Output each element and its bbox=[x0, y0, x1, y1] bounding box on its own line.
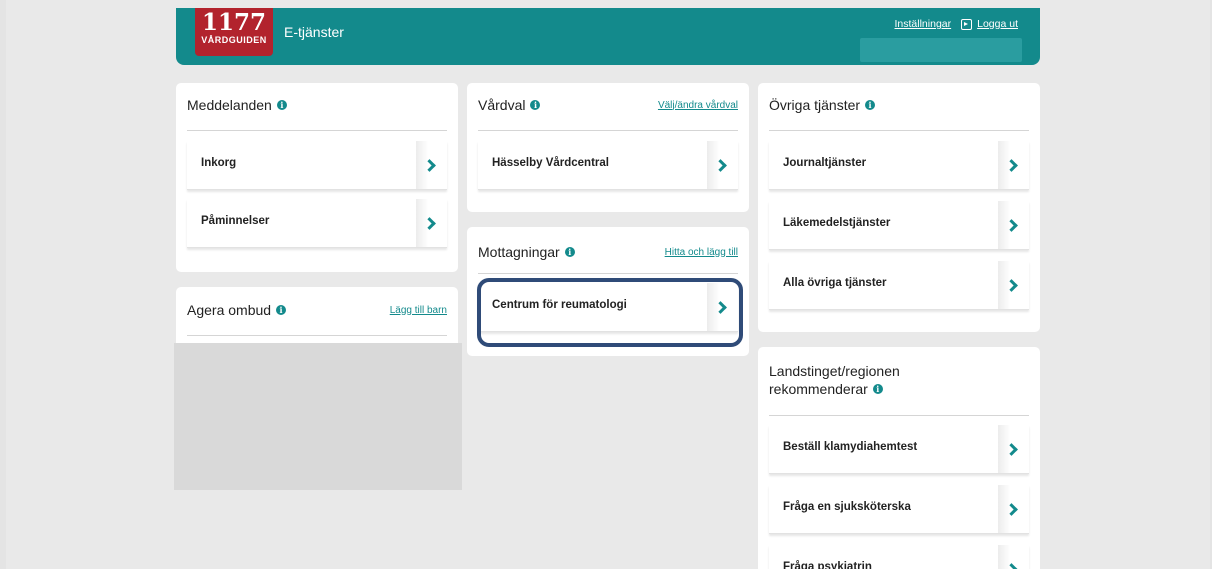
clinics-header: Mottagningar i Hitta och lägg till bbox=[478, 244, 738, 260]
proxy-title-wrap: Agera ombud i bbox=[187, 302, 287, 318]
care-choice-title-wrap: Vårdval i bbox=[478, 97, 541, 113]
chevron-right-icon bbox=[416, 199, 447, 247]
settings-link[interactable]: Inställningar bbox=[895, 18, 952, 30]
recommends-title-line2: rekommenderar bbox=[769, 381, 868, 397]
chevron-right-icon bbox=[707, 141, 738, 189]
item-label: Fråga psykiatrin bbox=[783, 561, 872, 569]
item-label: Beställ klamydiahemtest bbox=[783, 441, 918, 453]
proxy-title: Agera ombud bbox=[187, 302, 272, 318]
messages-header: Meddelanden i bbox=[187, 97, 447, 113]
logout-icon bbox=[961, 18, 973, 30]
list-item-medication[interactable]: Läkemedelstjänster bbox=[769, 201, 1029, 250]
proxy-empty-panel bbox=[174, 343, 462, 490]
info-icon[interactable]: i bbox=[872, 384, 883, 394]
messages-title-wrap: Meddelanden i bbox=[187, 97, 287, 113]
recommends-title-wrap: rekommenderar i bbox=[769, 380, 900, 398]
item-label: Inkorg bbox=[201, 157, 237, 169]
info-icon[interactable]: i bbox=[564, 247, 575, 257]
chevron-right-icon bbox=[416, 141, 447, 189]
recommends-card: Landstinget/regionen rekommenderar i Bes… bbox=[758, 347, 1040, 569]
divider bbox=[478, 130, 738, 131]
chevron-right-icon bbox=[998, 485, 1029, 533]
other-services-title-wrap: Övriga tjänster i bbox=[769, 97, 876, 113]
item-label: Påminnelser bbox=[201, 215, 270, 227]
proxy-header: Agera ombud i Lägg till barn bbox=[187, 302, 447, 318]
logout-link[interactable]: Logga ut bbox=[977, 18, 1018, 30]
item-label: Hässelby Vårdcentral bbox=[492, 157, 609, 169]
chevron-right-icon bbox=[998, 425, 1029, 473]
recommends-title-line1: Landstinget/regionen bbox=[769, 363, 900, 379]
list-item-chlamydia-test[interactable]: Beställ klamydiahemtest bbox=[769, 425, 1029, 474]
chevron-right-icon bbox=[998, 261, 1029, 309]
divider bbox=[478, 273, 738, 274]
info-icon[interactable]: i bbox=[530, 100, 541, 110]
list-item-care-center[interactable]: Hässelby Vårdcentral bbox=[478, 141, 738, 190]
change-care-choice-link[interactable]: Välj/ändra vårdval bbox=[658, 100, 738, 111]
item-label: Fråga en sjuksköterska bbox=[783, 501, 911, 513]
divider bbox=[187, 130, 447, 131]
highlight-frame bbox=[477, 278, 743, 347]
care-choice-title: Vårdval bbox=[478, 97, 526, 113]
info-icon[interactable]: i bbox=[276, 100, 287, 110]
list-item-inbox[interactable]: Inkorg bbox=[187, 141, 447, 190]
list-item-ask-psychiatry[interactable]: Fråga psykiatrin bbox=[769, 545, 1029, 569]
top-header: 1177 VÅRDGUIDEN E-tjänster Inställningar… bbox=[176, 8, 1040, 65]
other-services-header: Övriga tjänster i bbox=[769, 97, 1029, 113]
clinics-title: Mottagningar bbox=[478, 244, 560, 260]
clinics-title-wrap: Mottagningar i bbox=[478, 244, 575, 260]
service-title: E-tjänster bbox=[284, 24, 344, 40]
recommends-header: Landstinget/regionen rekommenderar i bbox=[769, 362, 900, 398]
item-label: Läkemedelstjänster bbox=[783, 217, 891, 229]
messages-title: Meddelanden bbox=[187, 97, 272, 113]
list-item-reminders[interactable]: Påminnelser bbox=[187, 199, 447, 248]
info-icon[interactable]: i bbox=[865, 100, 876, 110]
divider bbox=[769, 130, 1029, 131]
list-item-journal[interactable]: Journaltjänster bbox=[769, 141, 1029, 190]
messages-card: Meddelanden i Inkorg Påminnelser bbox=[176, 83, 458, 272]
find-clinic-link[interactable]: Hitta och lägg till bbox=[665, 247, 738, 258]
other-services-card: Övriga tjänster i Journaltjänster Läkeme… bbox=[758, 83, 1040, 332]
care-choice-card: Vårdval i Välj/ändra vårdval Hässelby Vå… bbox=[467, 83, 749, 212]
logout-link-wrap[interactable]: Logga ut bbox=[961, 18, 1018, 30]
user-info-box bbox=[860, 38, 1022, 62]
chevron-right-icon bbox=[998, 141, 1029, 189]
add-child-link[interactable]: Lägg till barn bbox=[390, 305, 447, 316]
header-links: Inställningar Logga ut bbox=[895, 18, 1019, 30]
list-item-all-services[interactable]: Alla övriga tjänster bbox=[769, 261, 1029, 310]
info-icon[interactable]: i bbox=[276, 305, 287, 315]
logo[interactable]: 1177 VÅRDGUIDEN bbox=[195, 8, 273, 56]
logo-subtitle: VÅRDGUIDEN bbox=[201, 35, 267, 45]
chevron-right-icon bbox=[998, 545, 1029, 569]
care-choice-header: Vårdval i Välj/ändra vårdval bbox=[478, 97, 738, 113]
divider bbox=[187, 335, 447, 336]
divider bbox=[769, 415, 1029, 416]
logo-number: 1177 bbox=[201, 9, 266, 36]
other-services-title: Övriga tjänster bbox=[769, 97, 861, 113]
item-label: Alla övriga tjänster bbox=[783, 277, 887, 289]
item-label: Journaltjänster bbox=[783, 157, 867, 169]
chevron-right-icon bbox=[998, 201, 1029, 249]
list-item-ask-nurse[interactable]: Fråga en sjuksköterska bbox=[769, 485, 1029, 534]
proxy-card: Agera ombud i Lägg till barn bbox=[176, 287, 458, 343]
